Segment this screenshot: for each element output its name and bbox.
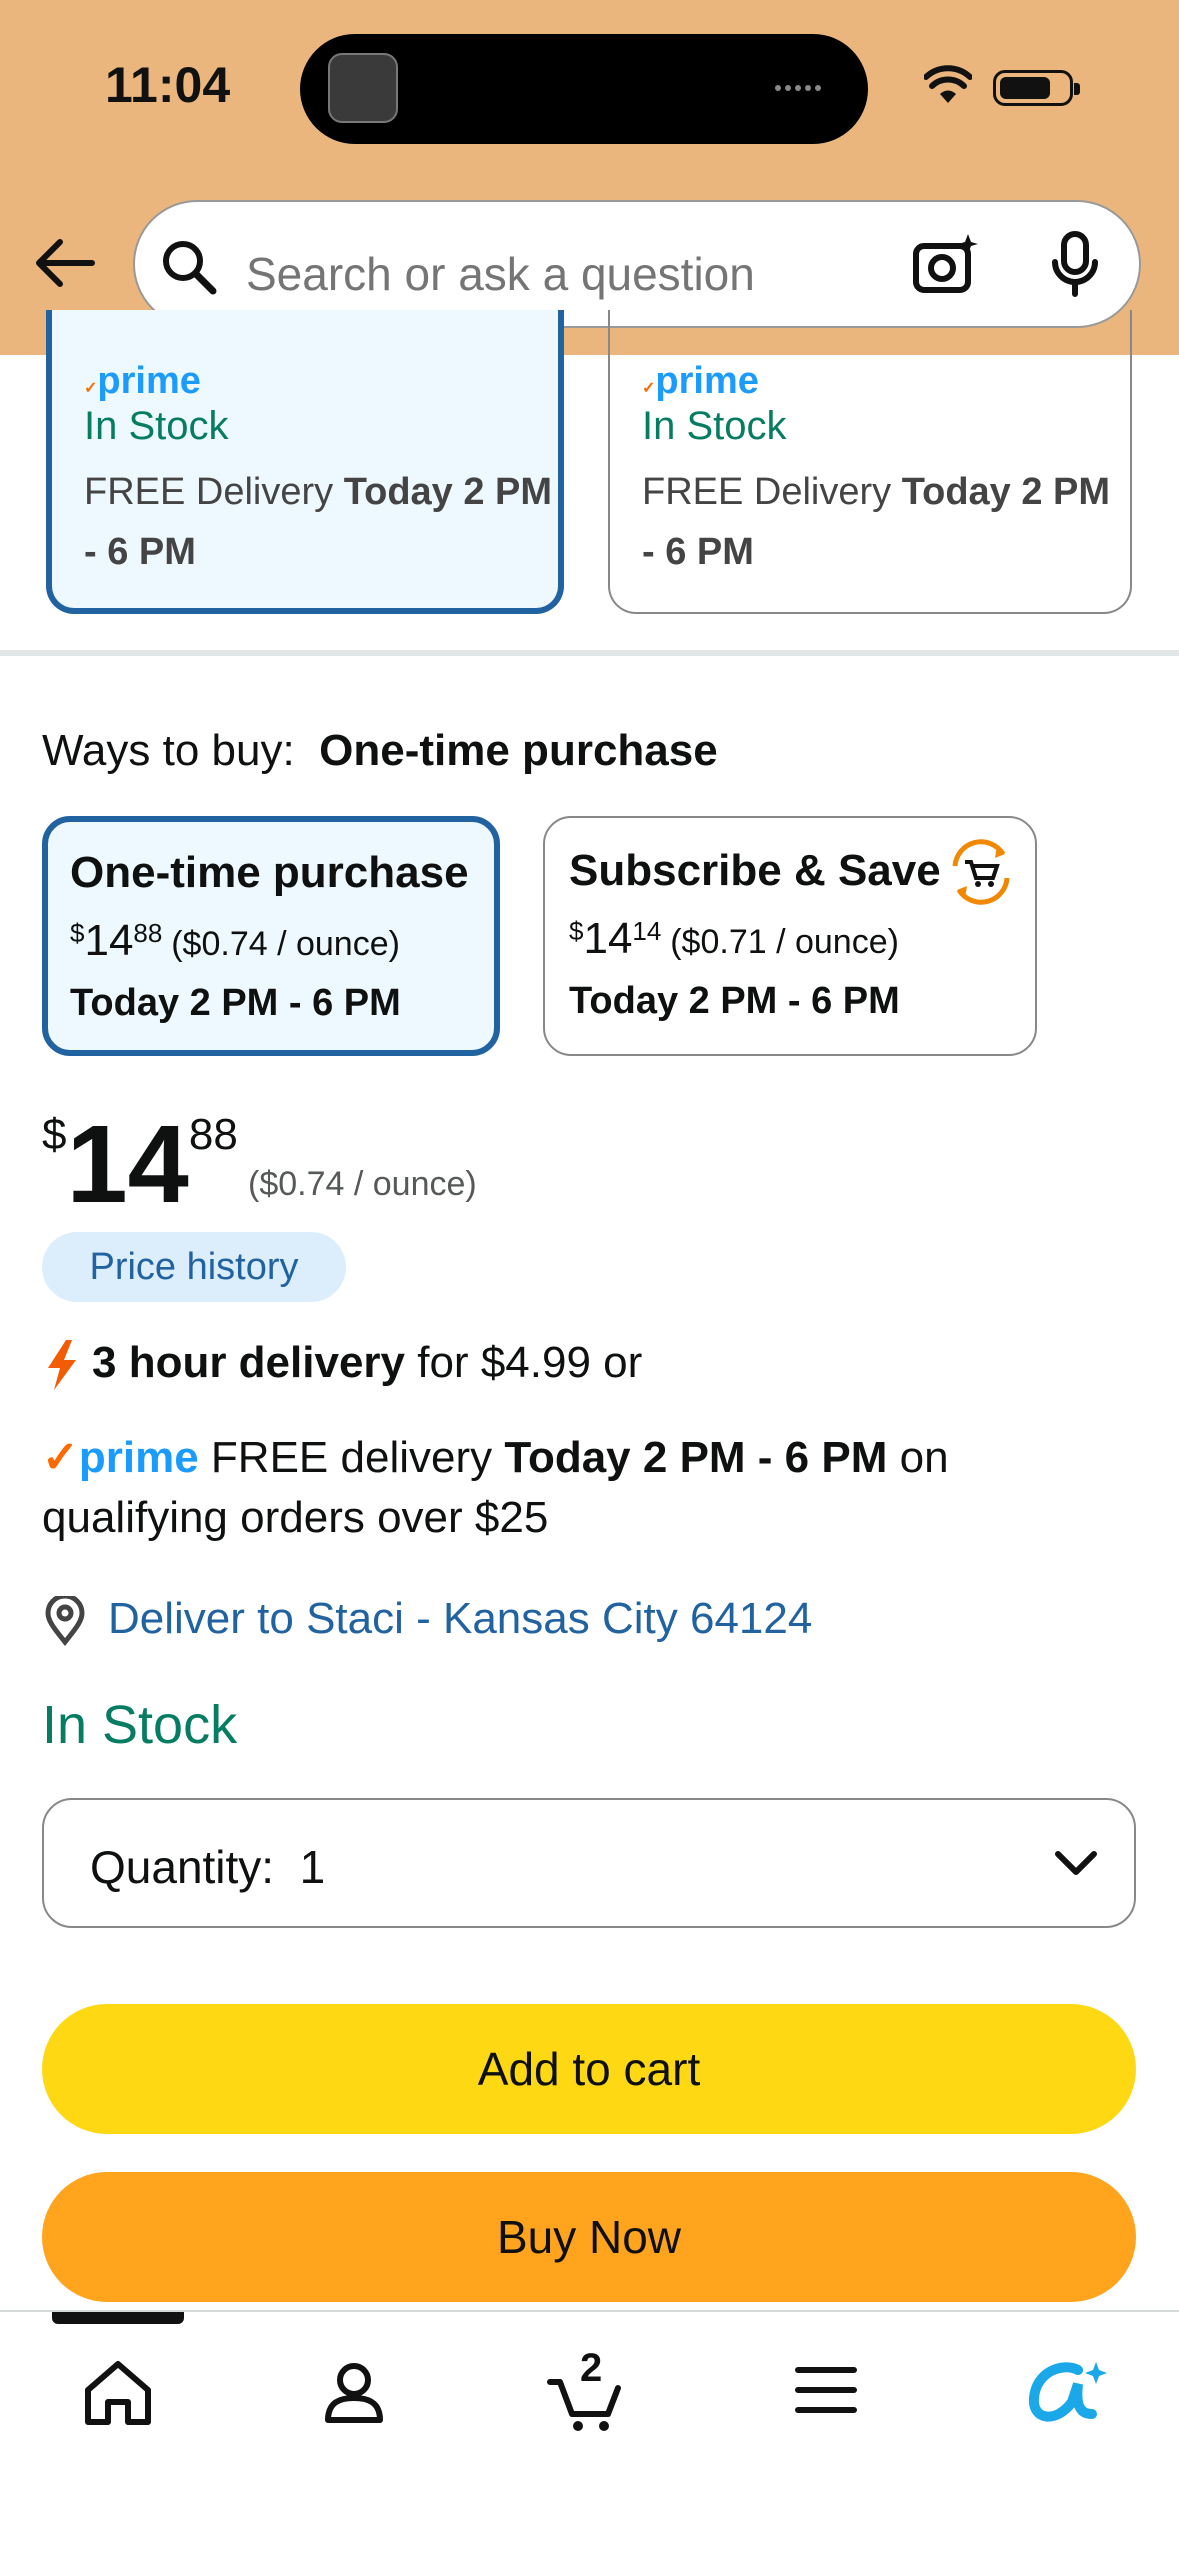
option-price: $1488 ($0.74 / ounce)	[70, 916, 400, 965]
delivery-info: FREE Delivery Today 2 PM - 6 PM	[84, 471, 553, 573]
prime-check-icon: ✓	[42, 1433, 79, 1482]
location-pin-icon	[42, 1593, 88, 1651]
buy-now-button[interactable]: Buy Now	[42, 2172, 1136, 2302]
delivery-option-card[interactable]: ✓prime In Stock FREE Delivery Today 2 PM…	[46, 310, 564, 614]
account-tab-icon[interactable]	[304, 2340, 404, 2440]
chevron-down-icon	[1053, 1848, 1099, 1883]
delivery-info: FREE Delivery Today 2 PM - 6 PM	[642, 471, 1111, 573]
prime-logo: prime	[655, 360, 759, 402]
search-icon	[160, 238, 218, 301]
waveform-icon	[775, 78, 835, 92]
prime-delivery-info: ✓prime FREE delivery Today 2 PM - 6 PM o…	[42, 1433, 949, 1542]
deliver-to-link[interactable]: Deliver to Staci - Kansas City 64124	[108, 1594, 812, 1644]
menu-tab-icon[interactable]	[776, 2340, 876, 2440]
quantity-label: Quantity: 1	[90, 1841, 326, 1893]
unit-price: ($0.74 / ounce)	[248, 1165, 477, 1203]
cart-tab-icon[interactable]: 2	[540, 2340, 640, 2440]
subscribe-cart-icon	[945, 836, 1017, 913]
add-to-cart-button[interactable]: Add to cart	[42, 2004, 1136, 2134]
now-playing-app-icon	[328, 53, 398, 123]
home-tab-icon[interactable]	[68, 2340, 168, 2440]
stock-status: In Stock	[84, 404, 229, 448]
purchase-option-subscribe[interactable]: Subscribe & Save $1414 ($0.71 / ounce) T…	[543, 816, 1037, 1056]
cart-count-badge: 2	[580, 2346, 603, 2390]
option-title: Subscribe & Save	[569, 846, 941, 895]
delivery-option-card[interactable]: ✓prime In Stock FREE Delivery Today 2 PM…	[608, 310, 1132, 614]
microphone-icon[interactable]	[1050, 230, 1100, 305]
option-delivery: Today 2 PM - 6 PM	[70, 982, 401, 1024]
lightning-bolt-icon	[44, 1338, 80, 1397]
option-price: $1414 ($0.71 / ounce)	[569, 914, 899, 963]
stock-status: In Stock	[42, 1695, 238, 1755]
rufus-assistant-icon[interactable]	[1012, 2340, 1112, 2440]
fast-delivery-info: 3 hour delivery for $4.99 or	[92, 1338, 643, 1387]
status-time: 11:04	[105, 57, 231, 113]
prime-logo: prime	[97, 360, 201, 402]
active-tab-indicator	[52, 2312, 184, 2324]
camera-search-icon[interactable]	[910, 230, 980, 305]
back-arrow-icon[interactable]	[34, 238, 96, 293]
prime-check-icon: ✓	[84, 380, 98, 397]
stock-status: In Stock	[642, 404, 787, 448]
prime-check-icon: ✓	[642, 380, 656, 397]
section-divider	[0, 650, 1179, 656]
battery-icon	[993, 70, 1080, 106]
main-price: $1488	[42, 1103, 238, 1226]
prime-logo: prime	[78, 1433, 199, 1482]
purchase-option-one-time[interactable]: One-time purchase $1488 ($0.74 / ounce) …	[42, 816, 500, 1056]
option-delivery: Today 2 PM - 6 PM	[569, 980, 900, 1022]
ways-to-buy: Ways to buy: One-time purchase	[42, 726, 718, 775]
option-title: One-time purchase	[70, 848, 469, 897]
price-history-button[interactable]: Price history	[42, 1232, 346, 1302]
search-input[interactable]	[246, 244, 886, 304]
wifi-icon	[923, 65, 973, 110]
